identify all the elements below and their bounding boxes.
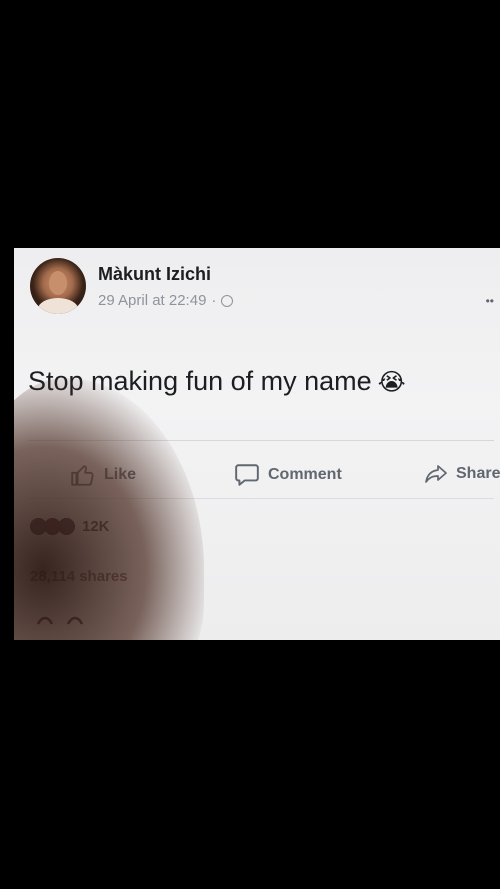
like-button[interactable]: Like <box>70 462 136 488</box>
avatar-shirt <box>38 298 78 314</box>
reaction-summary[interactable]: 12K <box>30 518 110 535</box>
comment-label: Comment <box>268 466 342 483</box>
speech-bubble-icon <box>235 464 259 486</box>
post-meta: 29 April at 22:49 · <box>98 292 234 309</box>
comment-button[interactable]: Comment <box>234 462 342 488</box>
avatar[interactable] <box>30 258 86 314</box>
share-arrow-icon <box>425 465 447 483</box>
thumbs-up-icon <box>71 465 94 486</box>
post-author-name[interactable]: Màkunt Izichi <box>98 264 211 285</box>
globe-icon <box>221 294 234 307</box>
share-label: Share <box>456 465 500 482</box>
like-reaction-icon <box>58 518 75 535</box>
finger-shadow <box>14 378 204 640</box>
post-text: Stop making fun of my name 😭 <box>28 366 406 397</box>
share-count[interactable]: 28,114 shares <box>30 568 128 585</box>
post-timestamp[interactable]: 29 April at 22:49 <box>98 292 206 309</box>
crying-emoji-icon: 😭 <box>377 369 406 396</box>
divider <box>28 440 494 441</box>
partial-reaction-icon <box>36 616 84 625</box>
more-options-icon[interactable]: •• <box>486 294 494 308</box>
reaction-count: 12K <box>82 518 110 535</box>
share-button[interactable]: Share <box>424 462 500 486</box>
divider <box>28 498 494 499</box>
meta-separator: · <box>211 292 217 309</box>
post-message: Stop making fun of my name <box>28 366 372 396</box>
like-label: Like <box>104 466 137 483</box>
avatar-face <box>49 271 67 295</box>
post-photo: Màkunt Izichi 29 April at 22:49 · •• Sto… <box>14 248 500 640</box>
